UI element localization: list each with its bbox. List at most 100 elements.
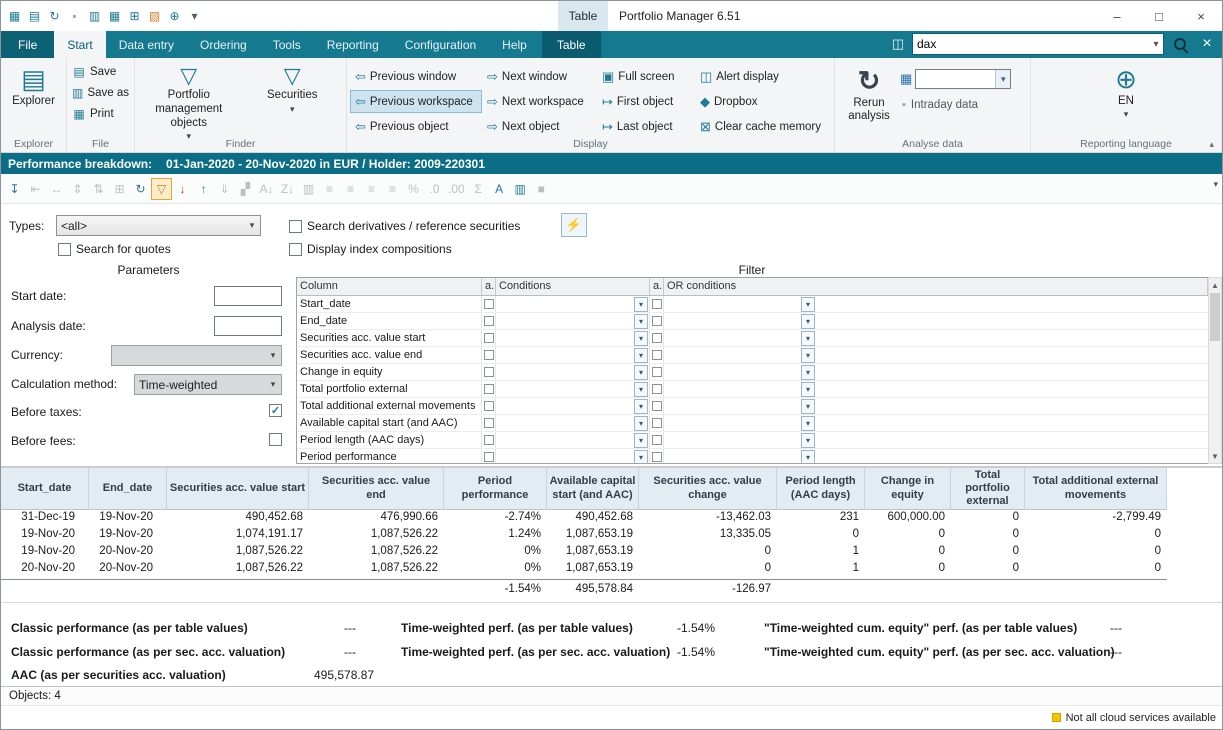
contextual-tab-group[interactable]: Table — [558, 1, 608, 31]
chart-down-icon[interactable]: ↓ — [172, 178, 193, 200]
conditions-dropdown[interactable]: ▾ — [634, 399, 648, 414]
before-taxes-checkbox[interactable]: ✓ — [269, 404, 282, 417]
search-derivatives-option[interactable]: Search derivatives / reference securitie… — [289, 219, 520, 233]
print-button[interactable]: ▦Print — [70, 103, 131, 124]
next-window-button[interactable]: ⇨Next window — [482, 65, 597, 88]
column-header-total-additional-external-movements[interactable]: Total additional external movements — [1025, 468, 1167, 509]
chart-up-icon[interactable]: ↑ — [193, 178, 214, 200]
chart-icon[interactable]: ▦ — [5, 6, 24, 26]
refresh-icon[interactable]: ↻ — [130, 178, 151, 200]
tab-table[interactable]: Table — [542, 31, 601, 58]
close-button[interactable]: × — [1180, 1, 1222, 31]
search-scope-icon[interactable]: ◫ — [888, 34, 908, 54]
column-header-period-performance[interactable]: Period performance — [444, 468, 547, 509]
or-conditions-dropdown[interactable]: ▾ — [801, 365, 815, 380]
first-object-button[interactable]: ↦First object — [597, 90, 695, 113]
previous-workspace-button[interactable]: ⇦Previous workspace — [350, 90, 482, 113]
tab-reporting[interactable]: Reporting — [314, 31, 392, 58]
search-derivatives-checkbox[interactable] — [289, 220, 302, 233]
font-color-icon[interactable]: A — [489, 178, 510, 200]
or-conditions-dropdown[interactable]: ▾ — [801, 297, 815, 312]
or-conditions-dropdown[interactable]: ▾ — [801, 382, 815, 397]
explorer-button[interactable]: ▤ Explorer — [4, 61, 63, 107]
minimize-button[interactable]: – — [1096, 1, 1138, 31]
filter-scrollbar[interactable]: ▲ ▼ — [1208, 277, 1222, 464]
filter-icon[interactable]: ▽ — [151, 178, 172, 200]
stop-icon[interactable]: ▪ — [65, 6, 84, 26]
conditions-dropdown[interactable]: ▾ — [634, 433, 648, 448]
analysis-date-combo[interactable]: ▾ — [915, 69, 1011, 89]
or-checkbox[interactable] — [652, 452, 662, 462]
column-header-total-portfolio-external[interactable]: Total portfolio external — [951, 468, 1025, 509]
filter-grid-header-cell[interactable]: Column — [297, 278, 482, 295]
or-checkbox[interactable] — [652, 418, 662, 428]
maximize-button[interactable]: □ — [1138, 1, 1180, 31]
or-conditions-dropdown[interactable]: ▾ — [801, 314, 815, 329]
or-checkbox[interactable] — [652, 384, 662, 394]
intraday-data-toggle[interactable]: ▪ Intraday data — [900, 99, 1011, 111]
and-checkbox[interactable] — [484, 350, 494, 360]
column-chart-icon[interactable]: ▥ — [510, 178, 531, 200]
and-checkbox[interactable] — [484, 452, 494, 462]
toolbar-overflow-icon[interactable]: ▾ — [1213, 179, 1218, 190]
or-checkbox[interactable] — [652, 333, 662, 343]
next-object-button[interactable]: ⇨Next object — [482, 115, 597, 138]
calc-method-dropdown[interactable]: Time-weighted ▾ — [134, 374, 282, 395]
column-header-period-length-aac-days[interactable]: Period length (AAC days) — [777, 468, 865, 509]
save-icon[interactable]: ▤ — [25, 6, 44, 26]
last-object-button[interactable]: ↦Last object — [597, 115, 695, 138]
table-row[interactable]: 20-Nov-2020-Nov-201,087,526.221,087,526.… — [1, 561, 1222, 578]
and-checkbox[interactable] — [484, 401, 494, 411]
column-header-end-date[interactable]: End_date — [89, 468, 167, 509]
table-row[interactable]: 19-Nov-2020-Nov-201,087,526.221,087,526.… — [1, 544, 1222, 561]
dropbox-button[interactable]: ◆Dropbox — [695, 90, 833, 113]
next-workspace-button[interactable]: ⇨Next workspace — [482, 90, 597, 113]
filter-grid-header-cell[interactable]: Conditions — [496, 278, 650, 295]
tab-ordering[interactable]: Ordering — [187, 31, 260, 58]
securities-button[interactable]: ▽Securities▾ — [242, 61, 344, 142]
and-checkbox[interactable] — [484, 333, 494, 343]
conditions-dropdown[interactable]: ▾ — [634, 382, 648, 397]
tab-configuration[interactable]: Configuration — [392, 31, 489, 58]
and-checkbox[interactable] — [484, 316, 494, 326]
before-fees-checkbox[interactable] — [269, 433, 282, 446]
conditions-dropdown[interactable]: ▾ — [634, 365, 648, 380]
or-checkbox[interactable] — [652, 316, 662, 326]
search-quotes-option[interactable]: Search for quotes — [58, 242, 171, 256]
start-date-input[interactable] — [214, 286, 282, 306]
table-grid-icon[interactable]: ▦ — [105, 6, 124, 26]
conditions-dropdown[interactable]: ▾ — [634, 450, 648, 465]
filter-grid-header-cell[interactable]: a.. — [650, 278, 664, 295]
and-checkbox[interactable] — [484, 435, 494, 445]
or-checkbox[interactable] — [652, 401, 662, 411]
filter-grid-header-cell[interactable]: OR conditions — [664, 278, 1208, 295]
portfolio-management-objects-button[interactable]: ▽Portfolio management objects▾ — [138, 61, 240, 142]
column-header-change-in-equity[interactable]: Change in equity — [865, 468, 951, 509]
and-checkbox[interactable] — [484, 367, 494, 377]
tab-help[interactable]: Help — [489, 31, 540, 58]
or-conditions-dropdown[interactable]: ▾ — [801, 450, 815, 464]
column-header-start-date[interactable]: Start_date — [1, 468, 89, 509]
table-row[interactable]: 19-Nov-2019-Nov-201,074,191.171,087,526.… — [1, 527, 1222, 544]
types-dropdown[interactable]: <all> ▾ — [56, 215, 261, 236]
or-conditions-dropdown[interactable]: ▾ — [801, 433, 815, 448]
analysis-date-input[interactable] — [214, 316, 282, 336]
column-header-securities-acc-value-start[interactable]: Securities acc. value start — [167, 468, 309, 509]
scroll-thumb[interactable] — [1210, 293, 1220, 341]
save-as-button[interactable]: ▥Save as — [70, 82, 131, 103]
save-button[interactable]: ▤Save — [70, 61, 131, 82]
or-conditions-dropdown[interactable]: ▾ — [801, 399, 815, 414]
column-header-securities-acc-value-end[interactable]: Securities acc. value end — [309, 468, 444, 509]
import-data-icon[interactable]: ↧ — [4, 178, 25, 200]
conditions-dropdown[interactable]: ▾ — [634, 331, 648, 346]
conditions-dropdown[interactable]: ▾ — [634, 314, 648, 329]
tab-data-entry[interactable]: Data entry — [106, 31, 187, 58]
search-quotes-checkbox[interactable] — [58, 243, 71, 256]
tab-tools[interactable]: Tools — [260, 31, 314, 58]
previous-window-button[interactable]: ⇦Previous window — [350, 65, 482, 88]
search-button[interactable] — [1168, 33, 1192, 55]
display-index-checkbox[interactable] — [289, 243, 302, 256]
analysis-date-combo-input[interactable] — [916, 72, 995, 86]
alert-display-button[interactable]: ◫Alert display — [695, 65, 833, 88]
full-screen-button[interactable]: ▣Full screen — [597, 65, 695, 88]
